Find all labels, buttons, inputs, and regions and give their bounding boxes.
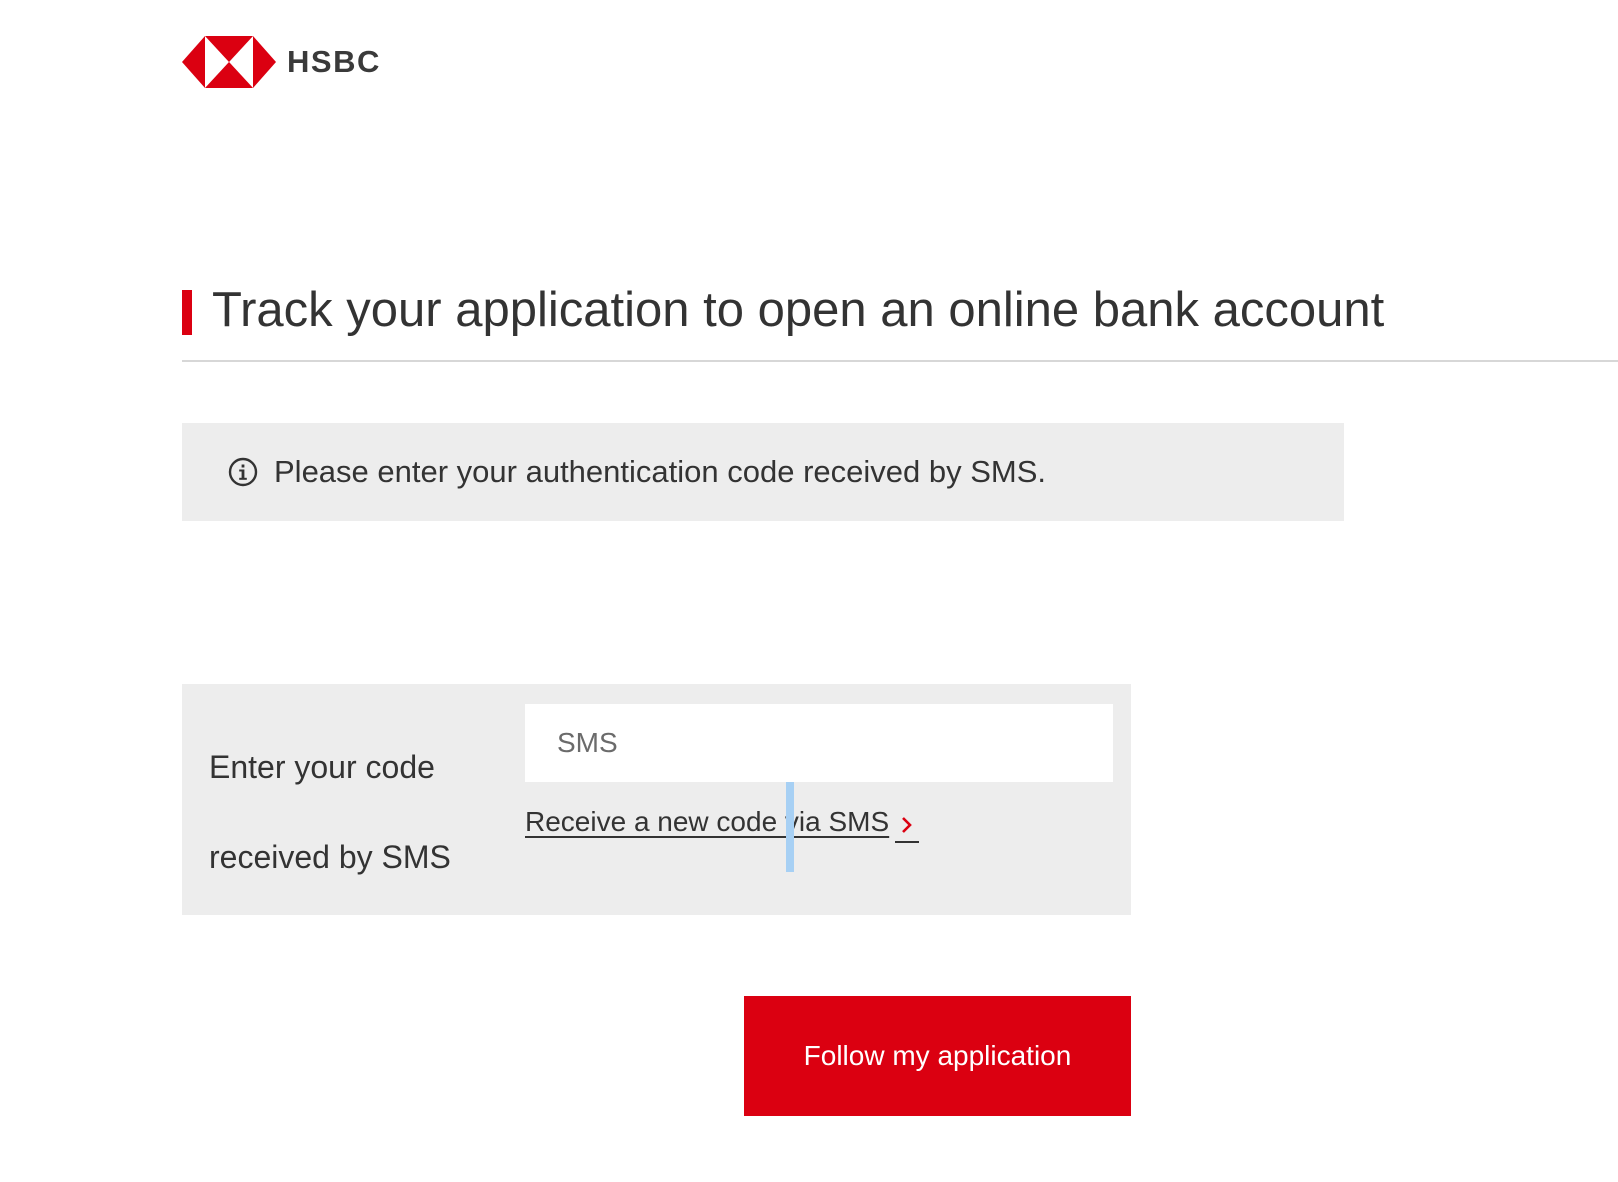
info-icon — [228, 457, 258, 487]
page: HSBC Track your application to open an o… — [0, 0, 1618, 1182]
hsbc-hexagon-logo-icon — [182, 36, 276, 88]
sms-code-input[interactable] — [525, 704, 1113, 782]
text-cursor-caret — [786, 782, 794, 872]
follow-my-application-button[interactable]: Follow my application — [744, 996, 1131, 1116]
receive-new-code-link-text: Receive a new code via SMS — [525, 806, 890, 837]
hsbc-logo[interactable]: HSBC — [182, 36, 381, 88]
chevron-right-icon — [895, 811, 920, 843]
info-banner-text: Please enter your authentication code re… — [274, 454, 1047, 489]
receive-new-code-link[interactable]: Receive a new code via SMS — [525, 806, 920, 843]
code-field-label: Enter your code received by SMS — [209, 749, 451, 875]
code-entry-panel: Enter your code received by SMS Receive … — [182, 684, 1131, 915]
logo-text: HSBC — [287, 44, 381, 79]
page-title: Track your application to open an online… — [212, 283, 1385, 337]
info-banner: Please enter your authentication code re… — [182, 423, 1344, 521]
heading-accent-bar — [182, 290, 192, 335]
page-heading: Track your application to open an online… — [182, 276, 1618, 362]
